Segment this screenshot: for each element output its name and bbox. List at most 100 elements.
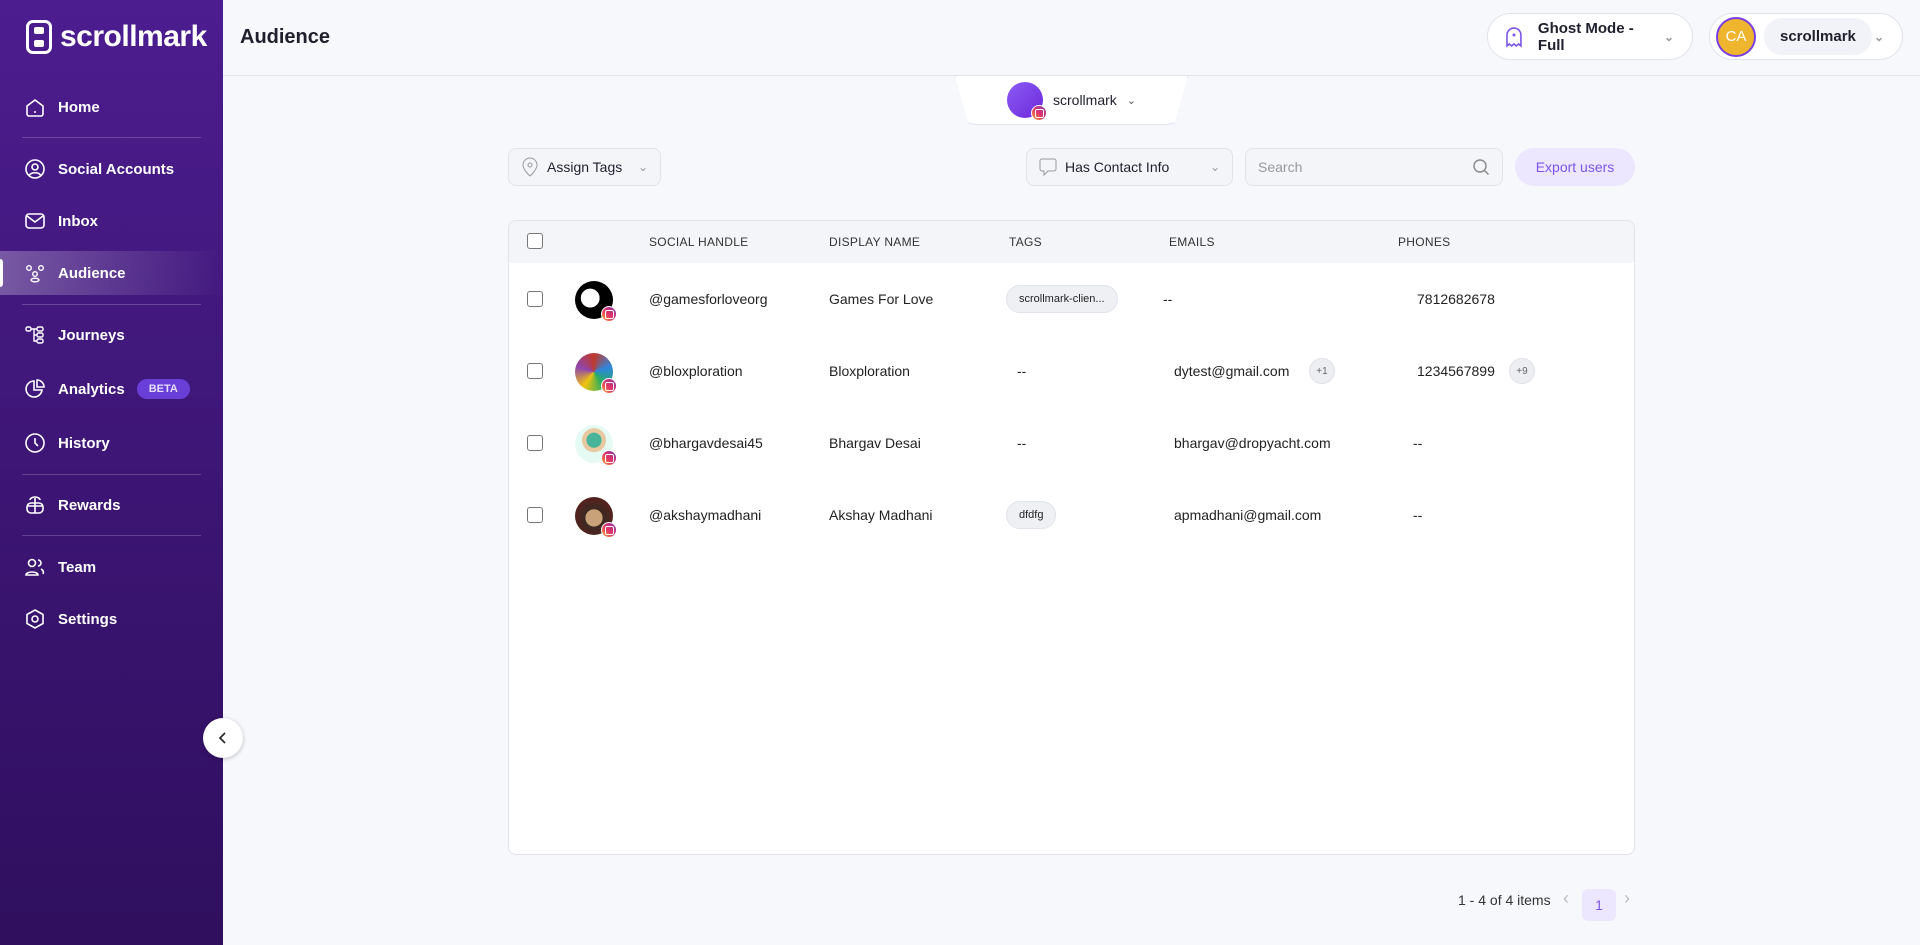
email: bhargav@dropyacht.com bbox=[1174, 435, 1331, 451]
select-all-checkbox[interactable] bbox=[527, 233, 543, 249]
logo[interactable]: scrollmark bbox=[26, 20, 207, 54]
user-name: scrollmark bbox=[1764, 18, 1872, 55]
sidebar-item-history[interactable]: History bbox=[0, 421, 223, 465]
sidebar-item-label: Team bbox=[58, 558, 97, 576]
user-avatar bbox=[575, 281, 617, 322]
user-menu[interactable]: CA scrollmark ⌄ bbox=[1709, 13, 1903, 60]
chevron-down-icon: ⌄ bbox=[1209, 160, 1220, 174]
sidebar-item-inbox[interactable]: Inbox bbox=[0, 199, 223, 243]
row-checkbox[interactable] bbox=[527, 363, 543, 379]
sidebar-item-label: Rewards bbox=[58, 496, 121, 514]
team-icon bbox=[24, 556, 46, 578]
column-header[interactable]: DISPLAY NAME bbox=[829, 235, 920, 249]
assign-tags-label: Assign Tags bbox=[547, 159, 623, 175]
ghost-mode-label: Ghost Mode - Full bbox=[1537, 19, 1634, 54]
contact-filter-label: Has Contact Info bbox=[1065, 159, 1170, 175]
assign-tags-dropdown[interactable]: Assign Tags ⌄ bbox=[508, 148, 661, 186]
social-handle[interactable]: @akshaymadhani bbox=[649, 507, 761, 523]
sidebar-item-label: History bbox=[58, 434, 110, 452]
divider bbox=[22, 137, 201, 138]
column-header[interactable]: EMAILS bbox=[1169, 235, 1215, 249]
table-row[interactable]: @bloxploration Bloxploration -- dytest@gma… bbox=[509, 335, 1634, 407]
journeys-icon bbox=[24, 324, 46, 346]
sidebar-item-label: Journeys bbox=[58, 326, 125, 344]
prev-page-button[interactable]: ‹ bbox=[1563, 888, 1569, 909]
sidebar-item-home[interactable]: Home bbox=[0, 85, 223, 129]
more-phones-badge[interactable]: +9 bbox=[1509, 358, 1535, 384]
home-icon bbox=[24, 96, 46, 118]
tag-chip[interactable]: scrollmark-clien... bbox=[1006, 285, 1118, 313]
table-row[interactable]: @bhargavdesai45 Bhargav Desai -- bhargav@d… bbox=[509, 407, 1634, 479]
gift-icon bbox=[24, 494, 46, 516]
table-header: SOCIAL HANDLE DISPLAY NAME TAGS EMAILS P… bbox=[509, 221, 1634, 263]
sidebar-item-audience[interactable]: Audience bbox=[0, 251, 223, 295]
export-users-button[interactable]: Export users bbox=[1515, 148, 1635, 186]
account-selector[interactable]: scrollmark ⌄ bbox=[955, 76, 1188, 125]
logo-icon bbox=[26, 20, 52, 54]
row-checkbox[interactable] bbox=[527, 507, 543, 523]
sidebar-item-analytics[interactable]: Analytics BETA bbox=[0, 367, 223, 411]
user-avatar bbox=[575, 353, 617, 394]
phone: 1234567899 bbox=[1417, 363, 1495, 379]
inbox-icon bbox=[24, 210, 46, 232]
column-header[interactable]: TAGS bbox=[1009, 235, 1042, 249]
email: dytest@gmail.com bbox=[1174, 363, 1290, 379]
sidebar-item-team[interactable]: Team bbox=[0, 545, 223, 589]
social-handle[interactable]: @bloxploration bbox=[649, 363, 743, 379]
sidebar-item-label: Inbox bbox=[58, 212, 98, 230]
user-avatar bbox=[575, 497, 617, 538]
sidebar-item-social-accounts[interactable]: Social Accounts bbox=[0, 147, 223, 191]
account-avatar bbox=[1007, 82, 1047, 121]
sidebar-item-journeys[interactable]: Journeys bbox=[0, 313, 223, 357]
table-row[interactable]: @gamesforloveorg Games For Love scrollmar… bbox=[509, 263, 1634, 335]
email: apmadhani@gmail.com bbox=[1174, 507, 1322, 523]
email: -- bbox=[1163, 291, 1173, 307]
beta-badge: BETA bbox=[136, 379, 190, 399]
user-circle-icon bbox=[24, 158, 46, 180]
row-checkbox[interactable] bbox=[527, 291, 543, 307]
ghost-mode-dropdown[interactable]: Ghost Mode - Full ⌄ bbox=[1487, 13, 1693, 60]
sidebar-item-label: Analytics bbox=[58, 380, 125, 398]
search-icon bbox=[1473, 159, 1489, 175]
clock-icon bbox=[24, 432, 46, 454]
chevron-down-icon: ⌄ bbox=[1126, 94, 1136, 107]
display-name: Bloxploration bbox=[829, 363, 910, 379]
table-row[interactable]: @akshaymadhani Akshay Madhani dfdfg apmadh… bbox=[509, 479, 1634, 551]
page-1-button[interactable]: 1 bbox=[1582, 889, 1616, 921]
column-header[interactable]: SOCIAL HANDLE bbox=[649, 235, 748, 249]
tag-icon bbox=[522, 157, 538, 177]
column-header[interactable]: PHONES bbox=[1398, 235, 1450, 249]
social-handle[interactable]: @gamesforloveorg bbox=[649, 291, 768, 307]
chevron-down-icon: ⌄ bbox=[637, 160, 648, 174]
account-name: scrollmark bbox=[1053, 92, 1117, 108]
divider bbox=[22, 535, 201, 536]
instagram-icon bbox=[601, 450, 617, 466]
collapse-sidebar-button[interactable] bbox=[203, 718, 243, 758]
instagram-icon bbox=[601, 306, 617, 322]
brand-name: scrollmark bbox=[60, 20, 207, 53]
instagram-icon bbox=[601, 378, 617, 394]
sidebar-item-label: Home bbox=[58, 98, 100, 116]
settings-icon bbox=[24, 608, 46, 630]
user-avatar bbox=[575, 425, 617, 466]
more-emails-badge[interactable]: +1 bbox=[1309, 358, 1335, 384]
sidebar-item-settings[interactable]: Settings bbox=[0, 597, 223, 641]
phone: -- bbox=[1413, 435, 1423, 451]
display-name: Akshay Madhani bbox=[829, 507, 933, 523]
divider bbox=[22, 474, 201, 475]
display-name: Bhargav Desai bbox=[829, 435, 921, 451]
tag-chip[interactable]: dfdfg bbox=[1006, 501, 1057, 529]
row-checkbox[interactable] bbox=[527, 435, 543, 451]
display-name: Games For Love bbox=[829, 291, 934, 307]
avatar: CA bbox=[1716, 16, 1756, 57]
sidebar-item-rewards[interactable]: Rewards bbox=[0, 483, 223, 527]
next-page-button[interactable]: › bbox=[1624, 888, 1630, 909]
tags-empty: -- bbox=[1017, 435, 1027, 451]
page-title: Audience bbox=[240, 26, 331, 48]
contact-filter-dropdown[interactable]: Has Contact Info ⌄ bbox=[1026, 148, 1233, 186]
social-handle[interactable]: @bhargavdesai45 bbox=[649, 435, 763, 451]
search-placeholder: Search bbox=[1258, 159, 1303, 175]
search-input[interactable]: Search bbox=[1245, 148, 1503, 186]
chevron-left-icon bbox=[218, 732, 226, 744]
instagram-icon bbox=[1031, 105, 1047, 121]
